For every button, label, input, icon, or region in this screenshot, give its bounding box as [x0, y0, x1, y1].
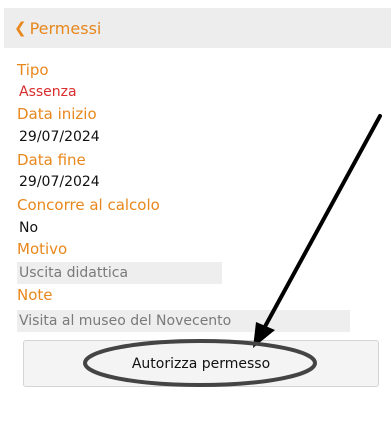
- annotation-arrow-shaft: [260, 114, 382, 334]
- concorre-value: No: [19, 220, 39, 236]
- tipo-value: Assenza: [19, 84, 77, 100]
- data-fine-value: 29/07/2024: [19, 174, 100, 190]
- back-link[interactable]: ❮ Permessi: [4, 19, 101, 38]
- authorize-permission-button[interactable]: Autorizza permesso: [23, 340, 379, 387]
- chevron-left-icon: ❮: [14, 19, 27, 37]
- note-field: Visita al museo del Novecento: [17, 310, 350, 332]
- page-title: Permessi: [29, 18, 102, 38]
- data-inizio-value: 29/07/2024: [19, 129, 100, 145]
- note-label: Note: [17, 286, 53, 304]
- concorre-label: Concorre al calcolo: [17, 196, 160, 214]
- tipo-label: Tipo: [17, 61, 49, 79]
- header-bar: ❮ Permessi: [4, 8, 391, 48]
- motivo-label: Motivo: [17, 240, 68, 258]
- permission-detail-screen: ❮ Permessi Tipo Assenza Data inizio 29/0…: [0, 0, 391, 426]
- data-fine-label: Data fine: [17, 151, 86, 169]
- data-inizio-label: Data inizio: [17, 105, 97, 123]
- motivo-field: Uscita didattica: [17, 262, 222, 284]
